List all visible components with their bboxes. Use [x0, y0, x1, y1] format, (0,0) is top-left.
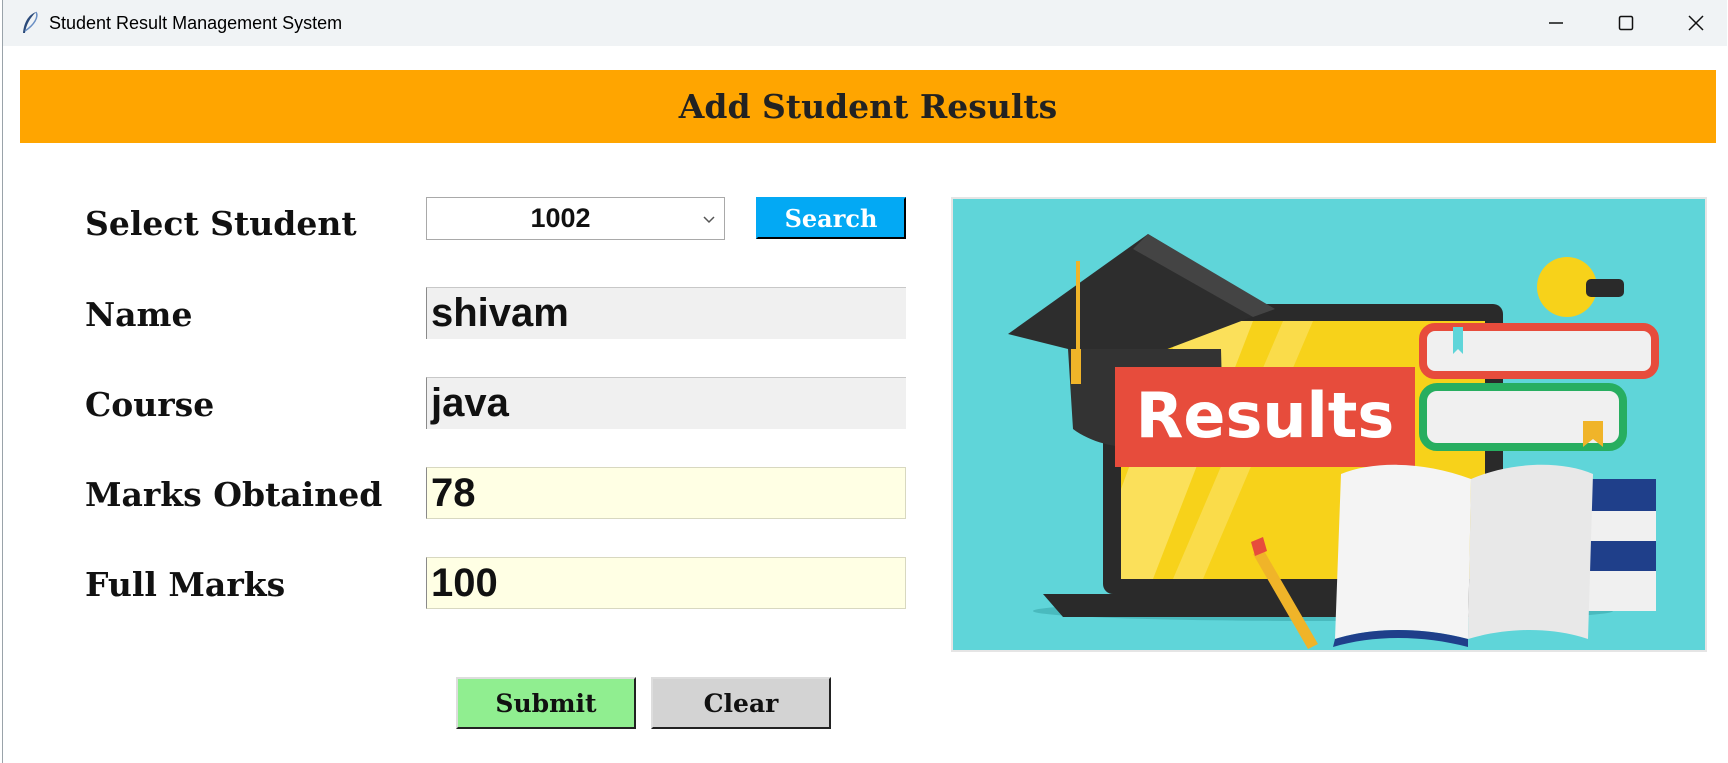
student-select-value: 1002 — [530, 203, 591, 233]
student-select[interactable]: 1002 — [426, 197, 725, 240]
search-button[interactable]: Search — [756, 197, 906, 239]
marks-obtained-value: 78 — [431, 471, 476, 515]
name-value: shivam — [431, 291, 569, 335]
page-title: Add Student Results — [678, 87, 1058, 126]
window-title: Student Result Management System — [49, 13, 343, 33]
name-label: Name — [85, 295, 193, 334]
title-bar[interactable]: Student Result Management System — [3, 0, 1727, 46]
clear-button-label: Clear — [703, 688, 779, 718]
submit-button[interactable]: Submit — [456, 677, 636, 729]
full-marks-label: Full Marks — [85, 565, 286, 604]
close-button[interactable] — [1661, 0, 1728, 46]
close-icon — [1688, 15, 1704, 31]
maximize-button[interactable] — [1591, 0, 1661, 46]
results-illustration-graphic: Results — [953, 199, 1705, 650]
clear-button[interactable]: Clear — [651, 677, 831, 729]
minimize-icon — [1549, 22, 1563, 24]
search-button-label: Search — [784, 203, 878, 233]
name-field[interactable]: shivam — [426, 287, 906, 339]
full-marks-value: 100 — [431, 561, 498, 605]
page-header: Add Student Results — [20, 70, 1716, 143]
course-label: Course — [85, 385, 215, 424]
results-illustration: Results — [951, 197, 1707, 652]
course-field[interactable]: java — [426, 377, 906, 429]
minimize-button[interactable] — [1521, 0, 1591, 46]
chevron-down-icon — [703, 216, 715, 224]
results-banner-text: Results — [1136, 379, 1395, 452]
marks-obtained-input[interactable]: 78 — [426, 467, 906, 519]
app-window: Student Result Management System Add Stu… — [2, 0, 1727, 763]
feather-icon — [23, 11, 38, 33]
select-student-label: Select Student — [85, 204, 357, 243]
course-value: java — [431, 381, 509, 425]
full-marks-input[interactable]: 100 — [426, 557, 906, 609]
marks-obtained-label: Marks Obtained — [85, 475, 383, 514]
submit-button-label: Submit — [495, 688, 597, 718]
maximize-icon — [1618, 15, 1634, 31]
